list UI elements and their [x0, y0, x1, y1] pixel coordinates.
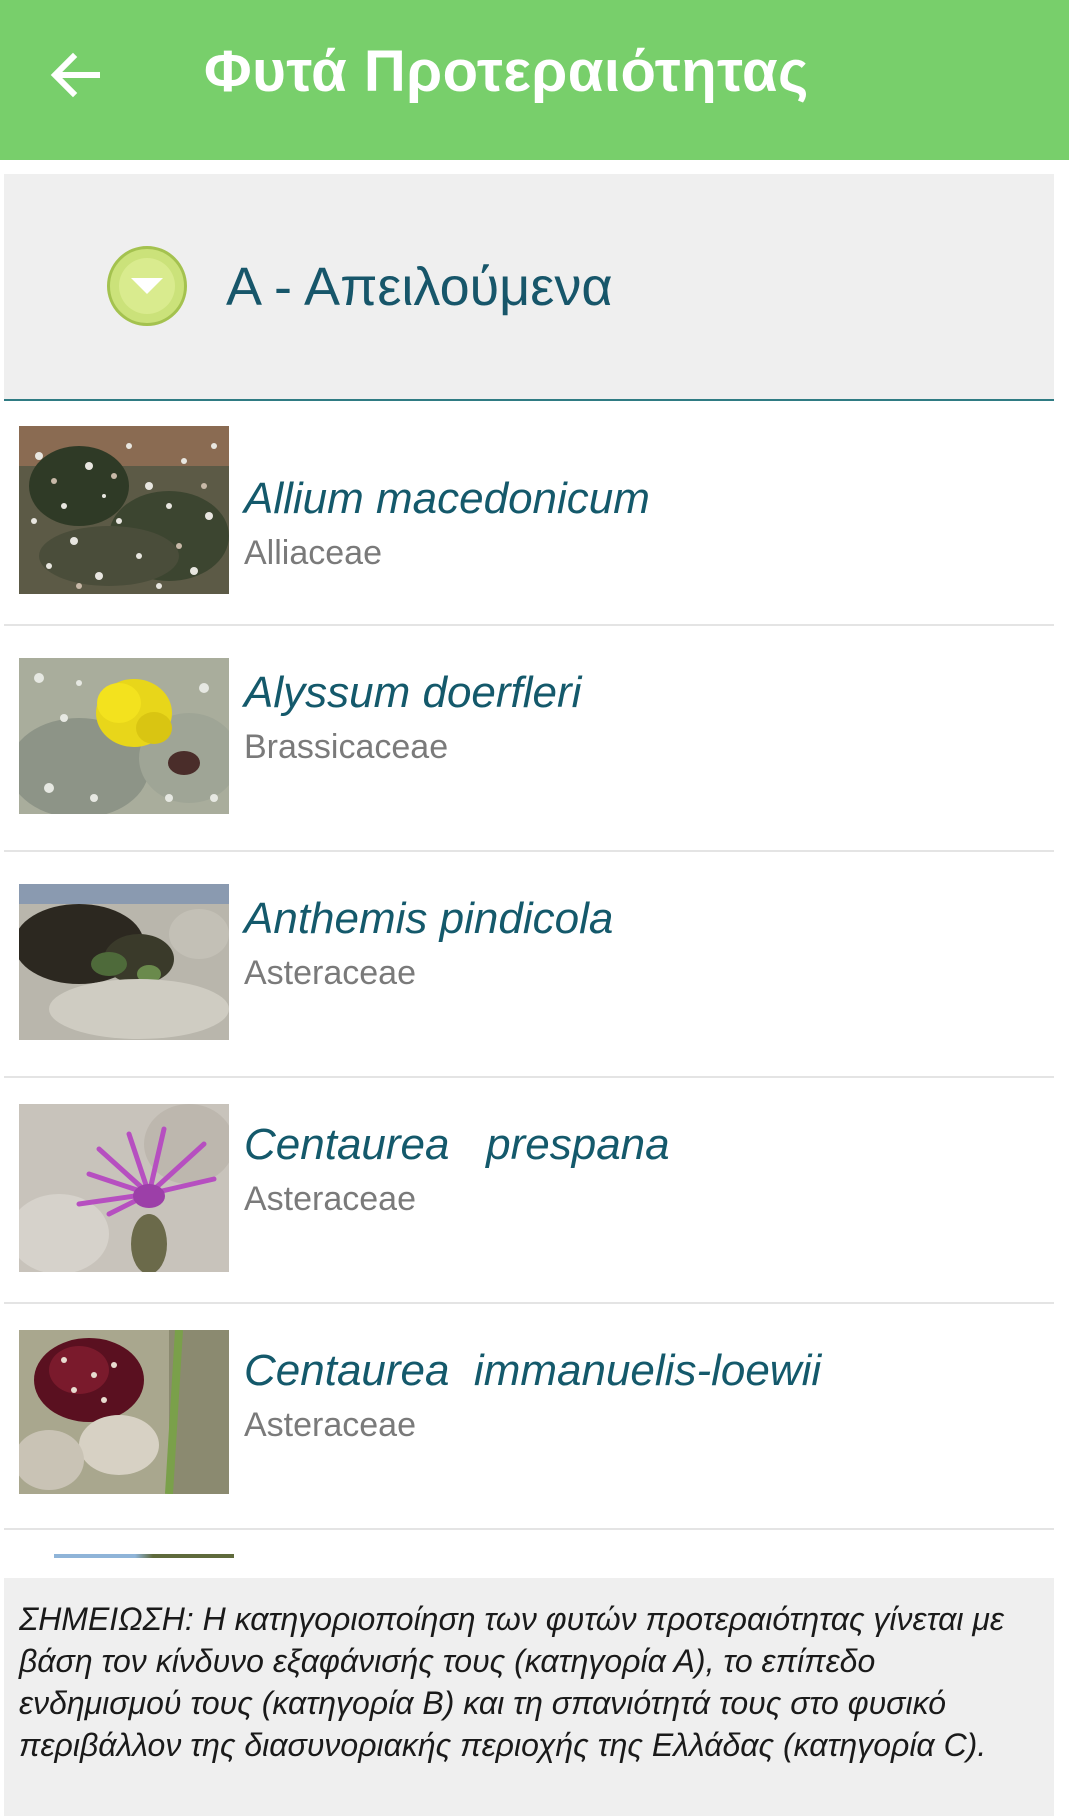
plant-list[interactable]: Allium macedonicum Alliaceae Alyssum doe…: [4, 402, 1054, 1558]
plant-thumbnail: [19, 658, 229, 814]
plant-name: Anthemis pindicola: [244, 894, 614, 943]
page-title: Φυτά Προτεραιότητας: [204, 39, 809, 104]
plant-thumbnail: [19, 1104, 229, 1272]
next-list-item-partial[interactable]: [54, 1554, 234, 1558]
plant-name: Centaurea prespana: [244, 1120, 670, 1169]
app-screen: Φυτά Προτεραιότητας Α - Απειλούμενα Alli…: [0, 0, 1069, 1816]
list-item-anthemis-pindicola[interactable]: Anthemis pindicola Asteraceae: [4, 854, 1054, 1078]
note-text: ΣΗΜΕΙΩΣΗ: Η κατηγοριοποίηση των φυτών πρ…: [19, 1601, 1004, 1763]
plant-family: Asteraceae: [244, 1180, 416, 1218]
expand-toggle[interactable]: [107, 246, 187, 326]
plant-name: Allium macedonicum: [244, 474, 650, 523]
plant-family: Asteraceae: [244, 1406, 416, 1444]
back-button[interactable]: [30, 30, 120, 120]
plant-name: Centaurea immanuelis-loewii: [244, 1346, 822, 1395]
arrow-left-icon: [50, 52, 100, 98]
list-item-centaurea-immanuelis-loewii[interactable]: Centaurea immanuelis-loewii Asteraceae: [4, 1306, 1054, 1530]
category-header-threatened[interactable]: Α - Απειλούμενα: [4, 174, 1054, 401]
category-title: Α - Απειλούμενα: [226, 257, 613, 317]
plant-thumbnail: [19, 1330, 229, 1494]
plant-family: Brassicaceae: [244, 728, 449, 766]
note-box: ΣΗΜΕΙΩΣΗ: Η κατηγοριοποίηση των φυτών πρ…: [4, 1578, 1054, 1816]
list-item-alyssum-doerfleri[interactable]: Alyssum doerfleri Brassicaceae: [4, 628, 1054, 852]
plant-thumbnail: [19, 426, 229, 594]
list-item-centaurea-prespana[interactable]: Centaurea prespana Asteraceae: [4, 1080, 1054, 1304]
plant-thumbnail: [19, 884, 229, 1040]
plant-name: Alyssum doerfleri: [244, 668, 582, 717]
plant-family: Alliaceae: [244, 534, 382, 572]
app-bar: Φυτά Προτεραιότητας: [0, 0, 1069, 160]
list-item-allium-macedonicum[interactable]: Allium macedonicum Alliaceae: [4, 402, 1054, 626]
chevron-down-icon: [131, 278, 163, 294]
plant-family: Asteraceae: [244, 954, 416, 992]
